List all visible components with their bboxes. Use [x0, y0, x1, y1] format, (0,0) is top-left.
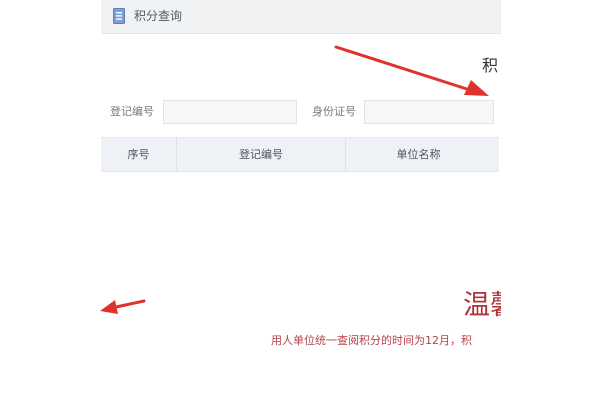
notice-heading: 温馨: [463, 290, 501, 321]
screenshot-viewport: 积分查询 积 登记编号 身份证号 序号 登记编号 单位名称 温馨 用人单位统一查…: [0, 0, 600, 400]
column-header-registration-number: 登记编号: [239, 148, 283, 161]
points-query-page: 积分查询 积 登记编号 身份证号 序号 登记编号 单位名称 温馨 用人单位统一查…: [101, 0, 501, 400]
results-table-body: [101, 172, 501, 400]
registration-number-input[interactable]: [163, 100, 297, 124]
notice-text: 用人单位统一查阅积分的时间为12月，积: [271, 334, 472, 347]
id-card-number-label: 身份证号: [312, 105, 356, 118]
registration-number-label: 登记编号: [110, 105, 154, 118]
title-bar: 积分查询: [101, 0, 501, 34]
column-header-unit-name: 单位名称: [396, 148, 441, 161]
window-title: 积分查询: [134, 9, 183, 23]
page-heading: 积: [482, 56, 499, 75]
results-table-header: 序号 登记编号 单位名称: [101, 137, 499, 172]
id-card-number-input[interactable]: [364, 100, 494, 124]
document-icon: [113, 8, 125, 24]
column-header-index: 序号: [127, 148, 150, 161]
